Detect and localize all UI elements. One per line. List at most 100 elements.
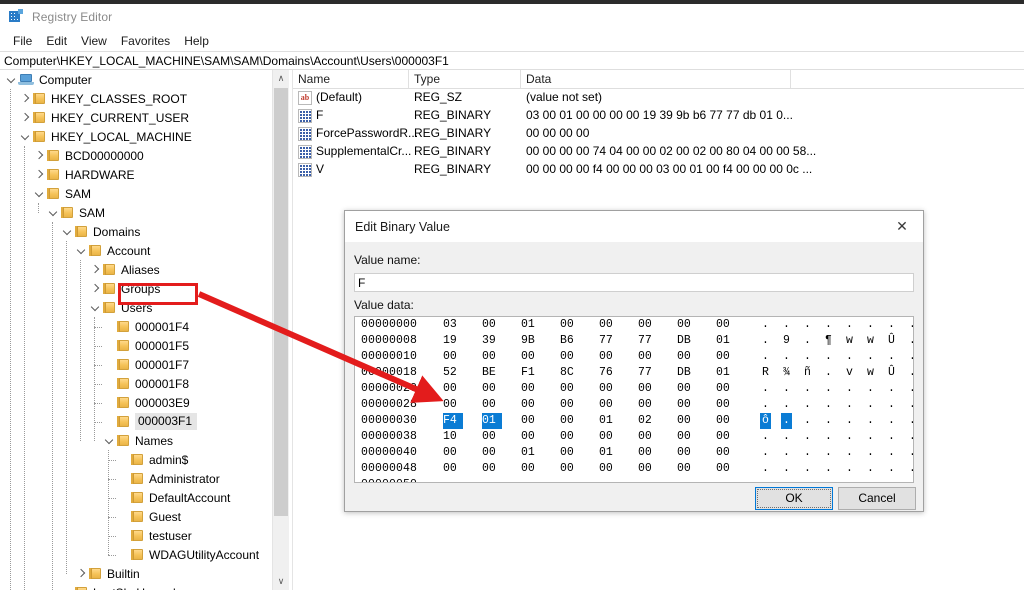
hex-byte[interactable]: 00 xyxy=(560,349,580,365)
hex-byte[interactable]: 8C xyxy=(560,365,580,381)
hex-byte[interactable]: 00 xyxy=(482,429,502,445)
hex-row[interactable]: 00000030 F4 01 00 00 01 02 00 00 ô....... xyxy=(355,413,913,429)
value-row[interactable]: V REG_BINARY 00 00 00 00 f4 00 00 00 03 00… xyxy=(293,161,1024,179)
chevron-down-icon[interactable] xyxy=(102,431,116,450)
tree-node-HKEYLOCALMACHINE[interactable]: HKEY_LOCAL_MACHINE xyxy=(0,127,272,146)
hex-ascii[interactable]: . xyxy=(781,397,792,413)
hex-byte[interactable]: 00 xyxy=(599,349,619,365)
hex-byte[interactable]: 00 xyxy=(599,317,619,333)
hex-byte[interactable]: 39 xyxy=(482,333,502,349)
hex-ascii[interactable]: . xyxy=(865,397,876,413)
hex-ascii[interactable]: . xyxy=(907,381,913,397)
hex-byte[interactable]: 01 xyxy=(716,333,736,349)
hex-byte[interactable]: DB xyxy=(677,365,697,381)
hex-ascii[interactable]: . xyxy=(844,445,855,461)
hex-byte[interactable]: 00 xyxy=(560,445,580,461)
hex-byte[interactable]: 00 xyxy=(716,445,736,461)
hex-byte[interactable]: 00 xyxy=(599,397,619,413)
hex-byte[interactable]: 00 xyxy=(599,461,619,477)
hex-ascii[interactable]: . xyxy=(781,429,792,445)
hex-ascii[interactable]: . xyxy=(781,317,792,333)
hex-ascii[interactable]: . xyxy=(781,445,792,461)
hex-ascii[interactable]: . xyxy=(886,381,897,397)
hex-byte[interactable]: F4 xyxy=(443,413,463,429)
hex-ascii[interactable]: . xyxy=(802,445,813,461)
hex-byte[interactable]: 77 xyxy=(638,333,658,349)
hex-ascii[interactable]: . xyxy=(886,349,897,365)
chevron-right-icon[interactable] xyxy=(18,89,32,108)
hex-ascii[interactable]: . xyxy=(760,317,771,333)
column-header-type[interactable]: Type xyxy=(409,70,521,88)
hex-editor[interactable]: 000000000300010000000000........00000008… xyxy=(354,316,914,483)
hex-byte[interactable]: 00 xyxy=(638,397,658,413)
hex-ascii[interactable]: . xyxy=(844,429,855,445)
chevron-right-icon[interactable] xyxy=(32,165,46,184)
hex-ascii[interactable]: . xyxy=(760,445,771,461)
column-header-name[interactable]: Name xyxy=(293,70,409,88)
hex-byte[interactable]: 02 xyxy=(638,413,658,429)
hex-byte[interactable]: 00 xyxy=(638,317,658,333)
hex-ascii[interactable]: . xyxy=(760,381,771,397)
chevron-right-icon[interactable] xyxy=(18,108,32,127)
chevron-down-icon[interactable] xyxy=(32,184,46,203)
hex-byte[interactable]: 00 xyxy=(638,381,658,397)
hex-ascii[interactable]: . xyxy=(802,429,813,445)
hex-ascii[interactable]: . xyxy=(823,349,834,365)
hex-ascii[interactable]: . xyxy=(865,317,876,333)
column-header-data[interactable]: Data xyxy=(521,70,791,88)
chevron-right-icon[interactable] xyxy=(32,146,46,165)
hex-byte[interactable]: 00 xyxy=(482,397,502,413)
hex-ascii[interactable]: . xyxy=(802,381,813,397)
hex-ascii[interactable]: . xyxy=(844,397,855,413)
hex-byte[interactable]: F1 xyxy=(521,365,541,381)
hex-byte[interactable]: 00 xyxy=(677,349,697,365)
hex-ascii[interactable]: . xyxy=(760,461,771,477)
tree-node-Aliases[interactable]: Aliases xyxy=(0,260,272,279)
chevron-down-icon[interactable] xyxy=(4,70,18,89)
value-row[interactable]: F REG_BINARY 03 00 01 00 00 00 00 19 39 9b… xyxy=(293,107,1024,125)
hex-byte[interactable]: 00 xyxy=(482,445,502,461)
hex-ascii[interactable]: . xyxy=(823,461,834,477)
hex-ascii[interactable]: R xyxy=(760,365,771,381)
hex-ascii[interactable]: . xyxy=(802,317,813,333)
hex-ascii[interactable]: . xyxy=(886,445,897,461)
chevron-right-icon[interactable] xyxy=(88,260,102,279)
tree-vertical-scrollbar[interactable]: ∧ ∨ xyxy=(272,70,289,590)
hex-ascii[interactable]: . xyxy=(781,349,792,365)
tree-node-Builtin[interactable]: Builtin xyxy=(0,564,272,583)
hex-ascii[interactable]: ¾ xyxy=(781,365,792,381)
hex-ascii[interactable]: w xyxy=(844,333,855,349)
hex-ascii[interactable]: . xyxy=(844,317,855,333)
tree-node-BCD00000000[interactable]: BCD00000000 xyxy=(0,146,272,165)
hex-byte[interactable]: 00 xyxy=(677,413,697,429)
hex-ascii[interactable]: Û xyxy=(886,365,897,381)
hex-ascii[interactable]: . xyxy=(907,397,913,413)
hex-byte[interactable]: 00 xyxy=(521,429,541,445)
tree-node-000001F8[interactable]: 000001F8 xyxy=(0,374,272,393)
hex-ascii[interactable]: . xyxy=(823,413,834,429)
tree-node-Computer[interactable]: Computer xyxy=(0,70,272,89)
hex-byte[interactable]: 00 xyxy=(716,461,736,477)
hex-ascii[interactable]: . xyxy=(802,461,813,477)
chevron-down-icon[interactable] xyxy=(74,241,88,260)
hex-ascii[interactable]: . xyxy=(865,349,876,365)
hex-byte[interactable]: 00 xyxy=(677,445,697,461)
chevron-down-icon[interactable] xyxy=(88,298,102,317)
hex-byte[interactable]: 00 xyxy=(443,381,463,397)
value-row[interactable]: ab (Default) REG_SZ (value not set) xyxy=(293,89,1024,107)
hex-byte[interactable]: 00 xyxy=(560,429,580,445)
tree-node-000001F5[interactable]: 000001F5 xyxy=(0,336,272,355)
tree-node-SAM[interactable]: SAM xyxy=(0,203,272,222)
hex-byte[interactable]: 00 xyxy=(716,317,736,333)
menu-help[interactable]: Help xyxy=(177,32,216,50)
tree-node-000001F4[interactable]: 000001F4 xyxy=(0,317,272,336)
hex-ascii[interactable]: . xyxy=(907,317,913,333)
hex-byte[interactable]: 00 xyxy=(521,349,541,365)
hex-byte[interactable]: 00 xyxy=(443,397,463,413)
tree-node-Administrator[interactable]: Administrator xyxy=(0,469,272,488)
hex-ascii[interactable]: . xyxy=(865,461,876,477)
hex-byte[interactable]: 52 xyxy=(443,365,463,381)
hex-byte[interactable]: 00 xyxy=(521,397,541,413)
tree-node-admin[interactable]: admin$ xyxy=(0,450,272,469)
hex-byte[interactable]: 00 xyxy=(521,461,541,477)
